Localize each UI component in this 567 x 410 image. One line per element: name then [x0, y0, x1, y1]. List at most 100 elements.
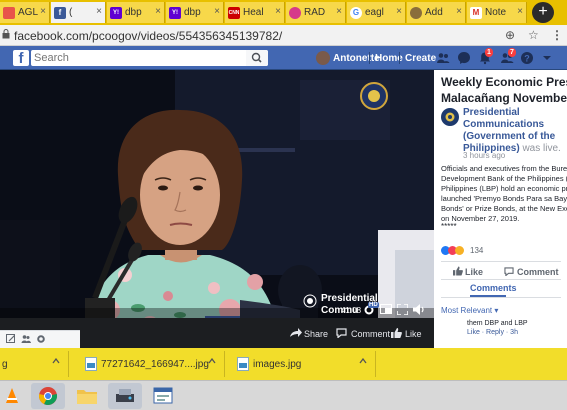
- tab-label: RAD: [304, 7, 326, 18]
- download-item-2[interactable]: 77271642_166947....jpg: [85, 353, 209, 375]
- page-avatar[interactable]: [441, 108, 459, 126]
- share-button[interactable]: Share: [304, 329, 328, 339]
- taskbar-chrome-button[interactable]: [31, 383, 65, 409]
- volume-icon[interactable]: [413, 304, 425, 315]
- nav-divider: [369, 52, 370, 64]
- post-title: Weekly Economic Press Bri Malacañang Nov…: [441, 74, 567, 106]
- messenger-icon[interactable]: [457, 51, 471, 65]
- group-icon[interactable]: [21, 334, 31, 344]
- close-icon[interactable]: ×: [275, 6, 281, 17]
- tab-label: dbp: [184, 7, 201, 18]
- close-icon[interactable]: ×: [40, 6, 46, 17]
- post-body-line: Bonds' or Prize Bonds, at the New Execut…: [441, 204, 567, 213]
- comment-button[interactable]: Comment: [351, 329, 390, 339]
- like-button[interactable]: Like: [405, 329, 422, 339]
- help-icon[interactable]: ?: [520, 51, 534, 65]
- facebook-logo-icon[interactable]: f: [13, 50, 29, 67]
- scanner-icon: [116, 389, 134, 402]
- pip-icon[interactable]: [380, 304, 392, 314]
- tab-label: dbp: [125, 7, 142, 18]
- search-button[interactable]: [246, 50, 268, 66]
- post-body-line: Philippines (LBP) hold an economic press…: [441, 184, 567, 193]
- fullscreen-icon[interactable]: [397, 304, 408, 315]
- reactions-summary[interactable]: 134: [441, 246, 567, 258]
- bookmark-star-icon[interactable]: ☆: [528, 28, 539, 42]
- close-icon[interactable]: ×: [96, 6, 102, 17]
- browser-tab-strip: AGL × f ( × Y! dbp × Y! dbp × CNN Heal ×…: [0, 0, 567, 25]
- post-body-line: Development Bank of the Philippines (DBP…: [441, 174, 567, 183]
- taskbar-app2-button[interactable]: [146, 383, 180, 409]
- divider: [441, 279, 561, 280]
- download-item-3[interactable]: images.jpg: [237, 353, 301, 375]
- close-icon[interactable]: ×: [517, 6, 523, 17]
- address-bar: facebook.com/pcoogov/videos/554356345139…: [0, 25, 567, 46]
- taskbar-explorer-button[interactable]: [70, 383, 104, 409]
- browser-tab-2[interactable]: f ( ×: [51, 2, 106, 23]
- tab-comments[interactable]: Comments: [470, 283, 517, 293]
- svg-text:?: ?: [524, 53, 530, 63]
- post-like-button[interactable]: Like: [465, 267, 483, 277]
- video-player[interactable]: Presidential Commu 41:08 HD: [0, 70, 434, 348]
- vlc-icon: [6, 388, 18, 403]
- chat-settings-gear-icon[interactable]: [36, 334, 46, 344]
- lock-icon[interactable]: [2, 29, 10, 39]
- close-icon[interactable]: ×: [456, 6, 462, 17]
- cnn-icon: CNN: [228, 6, 240, 19]
- tab-label: eagl: [365, 7, 384, 18]
- browser-tab-5[interactable]: CNN Heal ×: [225, 2, 285, 23]
- divider: [441, 261, 561, 262]
- browser-tab-8[interactable]: Add ×: [407, 2, 466, 23]
- compose-icon[interactable]: [6, 334, 16, 344]
- flag-icon: [3, 6, 15, 19]
- profile-name-link[interactable]: Antonette: [333, 53, 380, 64]
- url-text[interactable]: facebook.com/pcoogov/videos/554356345139…: [14, 29, 282, 43]
- download-item-1[interactable]: g: [2, 353, 8, 375]
- close-icon[interactable]: ×: [396, 6, 402, 17]
- create-link[interactable]: Create: [405, 53, 436, 64]
- close-icon[interactable]: ×: [155, 6, 161, 17]
- browser-tab-7[interactable]: G eagl ×: [347, 2, 406, 23]
- chevron-up-icon[interactable]: [359, 358, 367, 364]
- download-filename: g: [2, 358, 8, 370]
- chevron-up-icon[interactable]: [52, 358, 60, 364]
- browser-tab-1[interactable]: AGL ×: [0, 2, 50, 23]
- avatar[interactable]: [316, 51, 330, 65]
- window-app-icon: [153, 387, 173, 404]
- browser-tab-9[interactable]: M Note ×: [467, 2, 527, 23]
- browser-tab-4[interactable]: Y! dbp ×: [166, 2, 224, 23]
- search-input[interactable]: [31, 50, 268, 66]
- taskbar-vlc-button[interactable]: [0, 383, 34, 409]
- comment-actions[interactable]: Like · Reply · 3h: [467, 329, 518, 336]
- taskbar-app-button[interactable]: [108, 383, 142, 409]
- reaction-count: 134: [470, 246, 484, 255]
- new-tab-button[interactable]: +: [532, 2, 554, 23]
- download-filename: images.jpg: [253, 358, 302, 370]
- browser-tab-3[interactable]: Y! dbp ×: [107, 2, 165, 23]
- post-timestamp[interactable]: 3 hours ago: [463, 151, 505, 160]
- page-name-link[interactable]: Presidential Communications (Government …: [463, 107, 567, 155]
- yahoo-icon: Y!: [169, 6, 181, 19]
- zoom-icon[interactable]: ⊕: [505, 28, 515, 42]
- chevron-up-icon[interactable]: [208, 358, 216, 364]
- radio-icon: [289, 6, 301, 19]
- post-comment-button[interactable]: Comment: [517, 267, 559, 277]
- tab-label: (: [69, 7, 73, 18]
- gmail-icon: M: [470, 6, 482, 19]
- close-icon[interactable]: ×: [336, 6, 342, 17]
- pcoo-logo-icon: [303, 294, 317, 308]
- close-icon[interactable]: ×: [214, 6, 220, 17]
- menu-dots-icon[interactable]: ⋮: [551, 28, 563, 42]
- post-body: Officials and executives from the Bureau…: [441, 164, 567, 224]
- download-divider: [375, 351, 376, 377]
- tab-label: Heal: [243, 7, 264, 18]
- post-sidebar: Weekly Economic Press Bri Malacañang Nov…: [434, 70, 567, 348]
- image-file-icon: [237, 357, 249, 371]
- friends-icon[interactable]: [436, 51, 450, 65]
- browser-tab-6[interactable]: RAD ×: [286, 2, 346, 23]
- download-shelf: g 77271642_166947....jpg images.jpg: [0, 348, 567, 380]
- post-body-line: on November 27, 2019.: [441, 214, 520, 223]
- comment-sort-dropdown[interactable]: Most Relevant ▾: [441, 306, 498, 315]
- chat-toolbar: [0, 330, 80, 348]
- account-menu-chevron-icon[interactable]: [540, 51, 554, 65]
- chevron-down-icon: ▾: [494, 306, 499, 315]
